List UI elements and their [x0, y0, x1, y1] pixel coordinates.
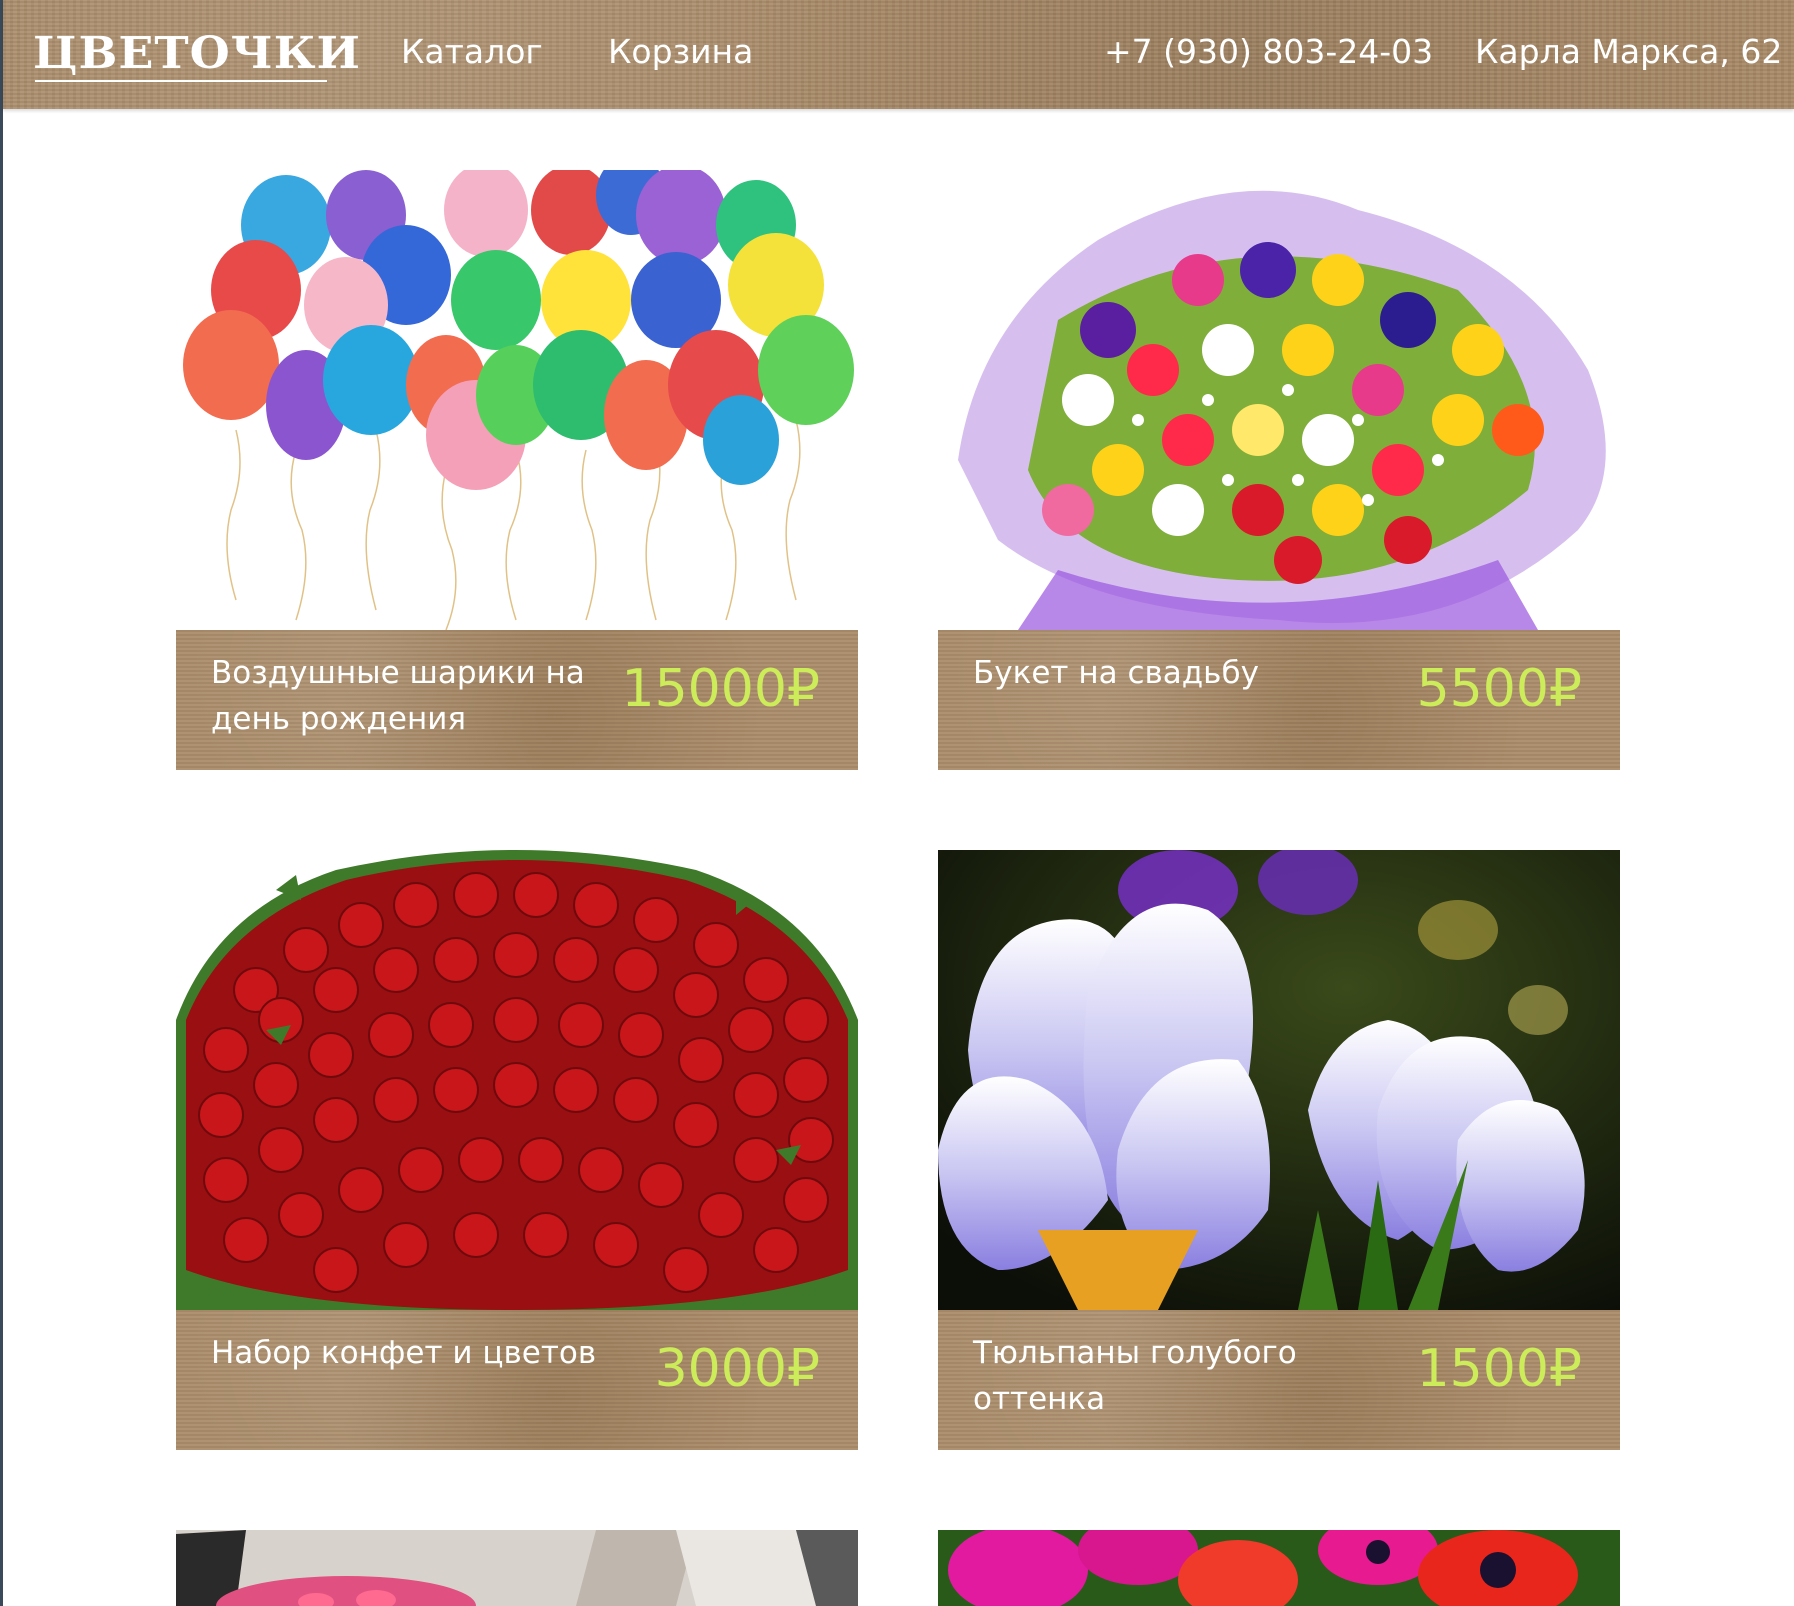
product-caption: Воздушные шарики на день рождения 15000₽ [176, 630, 858, 770]
window-edge [0, 0, 3, 1606]
product-caption: Букет на свадьбу 5500₽ [938, 630, 1620, 770]
product-price: 3000₽ [654, 1339, 820, 1399]
product-caption: Набор конфет и цветов 3000₽ [176, 1310, 858, 1450]
logo-underline [35, 80, 327, 82]
product-price: 5500₽ [1416, 659, 1582, 719]
product-image-tulip-bouquet[interactable] [938, 170, 1620, 630]
product-title[interactable]: Воздушные шарики на день рождения [211, 650, 611, 742]
nav-cart-link[interactable]: Корзина [608, 30, 753, 74]
product-image-red-roses[interactable] [176, 850, 858, 1310]
product-price: 15000₽ [621, 659, 820, 719]
site-logo[interactable]: ЦВЕТОЧКИ [33, 29, 361, 77]
product-title[interactable]: Набор конфет и цветов [211, 1330, 611, 1376]
product-image-balloons[interactable] [176, 170, 858, 630]
product-image-pink-roses-in-car[interactable] [176, 1530, 858, 1606]
product-title[interactable]: Букет на свадьбу [973, 650, 1373, 696]
product-image-magenta-anemones[interactable] [938, 1530, 1620, 1606]
phone-number: +7 (930) 803-24-03 [1104, 32, 1434, 71]
product-price: 1500₽ [1416, 1339, 1582, 1399]
nav-catalog-link[interactable]: Каталог [401, 30, 543, 74]
site-header: ЦВЕТОЧКИ Каталог Корзина +7 (930) 803-24… [3, 0, 1794, 109]
store-address: Карла Маркса, 62 [1475, 32, 1783, 71]
product-image-blue-crocuses[interactable] [938, 850, 1620, 1310]
product-caption: Тюльпаны голубого оттенка 1500₽ [938, 1310, 1620, 1450]
product-title[interactable]: Тюльпаны голубого оттенка [973, 1330, 1373, 1422]
